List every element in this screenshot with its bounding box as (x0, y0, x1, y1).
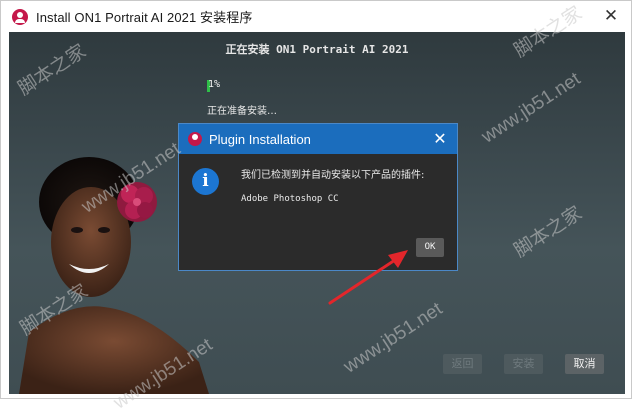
cancel-button[interactable]: 取消 (565, 354, 604, 374)
on1-app-icon (12, 8, 28, 25)
window-title: Install ON1 Portrait AI 2021 安装程序 (36, 10, 253, 25)
back-button[interactable]: 返回 (443, 354, 482, 374)
dialog-message: 我们已检测到并自动安装以下产品的插件: (241, 170, 425, 181)
ok-button[interactable]: OK (416, 238, 444, 257)
install-button[interactable]: 安装 (504, 354, 543, 374)
window-close-icon[interactable]: ✕ (601, 6, 621, 26)
on1-app-icon (188, 132, 202, 146)
plugin-installation-dialog: Plugin Installation ✕ i 我们已检测到并自动安装以下产品的… (178, 123, 458, 271)
dialog-title: Plugin Installation (209, 131, 311, 147)
install-status: 正在准备安装… (207, 106, 277, 117)
dialog-titlebar: Plugin Installation ✕ (179, 124, 457, 154)
info-icon: i (192, 168, 219, 195)
detected-product: Adobe Photoshop CC (241, 194, 339, 204)
dialog-close-icon[interactable]: ✕ (431, 130, 449, 148)
progress-percent: 1% (208, 79, 221, 90)
